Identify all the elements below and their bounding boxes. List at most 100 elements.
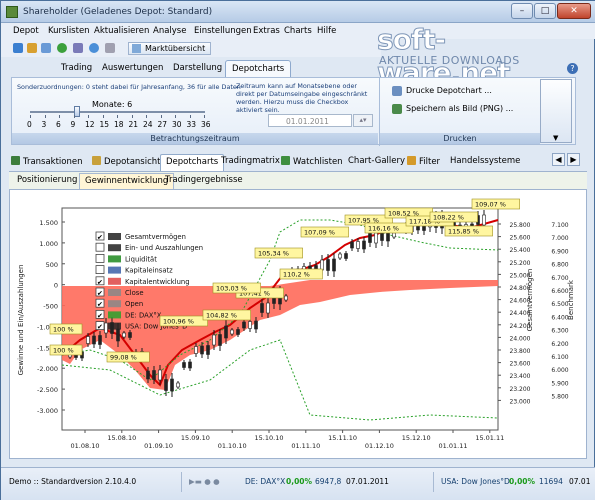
price-candle [236,329,240,335]
y-left-axis-label: Gewinne und Ein/Auszahlungen [17,265,25,376]
y-right2-tick-label: 5.900 [551,380,568,387]
price-candle [320,259,324,271]
tab-trading[interactable]: Trading [61,63,92,73]
ribbon-collapse-button[interactable]: ▼ [540,79,572,143]
nav-left-icon[interactable]: ◀ [552,153,565,166]
price-candle [92,335,96,345]
open-icon[interactable] [27,43,37,53]
close-button[interactable]: ✕ [557,3,591,19]
slider-thumb[interactable] [74,106,80,117]
y-left-tick-label: 1.500 [39,219,58,227]
legend-swatch [108,255,121,263]
status-dow-pct: 0,00% [509,477,536,486]
refresh-icon[interactable] [57,43,67,53]
price-candle [224,325,228,339]
tab-depotcharts[interactable]: Depotcharts [225,60,292,78]
legend-checkbox [95,265,105,274]
chart-area: 1.500 1.000 500 0 -500 -1.000 -1.500 -2.000 -2.5… [9,189,587,459]
slider-tick-label: 24 [143,120,153,129]
price-candle [152,370,156,380]
legend-check-icon: ✔ [97,278,103,286]
price-candle [98,335,102,345]
y-left-tick-label: 500 [46,261,58,269]
date-spinner[interactable]: ▴▾ [353,114,373,127]
tab-filter[interactable]: Filter [407,156,440,167]
annotation-label: 100,96 % [163,318,194,326]
legend-label: Gesamtvermögen [125,233,186,241]
menu-einstellungen[interactable]: Einstellungen [194,26,252,36]
tab-tradingmatrix[interactable]: Tradingmatrix [221,156,280,166]
tab-depotansicht[interactable]: Depotansicht [92,156,160,167]
slider-tick-label: 30 [172,120,182,129]
tab-transaktionen[interactable]: Transaktionen [11,156,83,167]
menu-charts[interactable]: Charts [284,26,312,36]
y-right1-tick-label: 25.600 [510,235,531,242]
price-candle [266,302,270,314]
tab-darstellung[interactable]: Darstellung [173,63,222,73]
status-controls[interactable]: ▶▬ ● ● [189,477,220,486]
menu-extras[interactable]: Extras [253,26,280,36]
minimize-button[interactable]: – [511,3,533,19]
y-right2-tick-label: 5.800 [551,394,568,401]
ribbon-panel: Sonderzuordnungen: 0 steht dabei für Jah… [11,77,576,146]
menu-kurslisten[interactable]: Kurslisten [48,26,90,36]
main-tabs: Transaktionen Depotansicht Depotcharts T… [9,154,589,171]
price-candle [482,214,486,226]
menu-depot[interactable]: Depot [13,26,39,36]
price-candle [128,332,132,338]
tab-tradingergebnisse[interactable]: Tradingergebnisse [165,175,243,185]
y-right2-axis-label: Benchmark [567,279,575,320]
slider-tick-label: 9 [70,120,76,129]
slider-tick-label: 36 [201,120,211,129]
menu-analyse[interactable]: Analyse [153,26,186,36]
tools-icon[interactable] [105,43,115,53]
annotation-label: 116,16 % [368,225,399,233]
status-dax-name: DE: DAX°X [245,477,286,486]
slider-tick [189,115,191,118]
title-bar: Shareholder (Geladenes Depot: Standard) … [1,1,595,23]
market-overview-button[interactable]: Marktübersicht [128,42,212,55]
tab-auswertungen[interactable]: Auswertungen [102,63,163,73]
status-dax-pct: 0,00% [286,477,313,486]
save-icon[interactable] [13,43,23,53]
dropdown-arrow-icon: ▼ [553,134,559,142]
date-field[interactable]: 01.01.2011 [268,114,352,127]
tab-positionierung[interactable]: Positionierung [17,175,77,185]
legend-checkbox [95,242,105,252]
help-icon[interactable]: ? [567,63,578,74]
y-left-tick-label: 1.000 [39,240,58,248]
tab-watchlisten[interactable]: Watchlisten [281,156,343,167]
price-candle [218,334,222,346]
print-chart-label: Drucke Depotchart ... [406,86,492,95]
price-candle [164,379,168,391]
menu-aktualisieren[interactable]: Aktualisieren [94,26,149,36]
print-icon[interactable] [41,43,51,53]
annotation-label: 99,08 % [110,354,137,362]
tab-chart-gallery[interactable]: Chart-Gallery [348,156,405,166]
group-drucken: Drucken [380,133,540,144]
save-png-button[interactable]: Speichern als Bild (PNG) ... [392,104,513,114]
price-candle [194,346,198,354]
slider-tick [131,115,133,118]
zeitraum-hint: Zeitraum kann auf Monatsebene oder direk… [236,82,368,114]
x-tick-label: 01.11.10 [291,442,320,450]
print-chart-button[interactable]: Drucke Depotchart ... [392,86,492,96]
legend-swatch [108,244,121,252]
price-candle [374,232,378,244]
menu-hilfe[interactable]: Hilfe [317,26,336,36]
tab-depotcharts-main[interactable]: Depotcharts [160,154,225,171]
tab-gewinnentwicklung[interactable]: Gewinnentwicklung [79,173,175,189]
slider-tick-label: 6 [56,120,61,129]
months-slider[interactable] [30,111,205,113]
status-dow-name: USA: Dow Jones°D [441,477,510,486]
watchlist-icon [281,156,290,165]
globe-icon[interactable] [89,43,99,53]
nav-right-icon[interactable]: ▶ [567,153,580,166]
tab-handelssysteme[interactable]: Handelssysteme [450,156,520,166]
slider-tick [44,115,46,118]
portfolio-icon [92,156,101,165]
y-right2-tick-label: 6.900 [551,248,568,255]
sonder-hint: Sonderzuordnungen: 0 steht dabei für Jah… [17,83,241,91]
settings-icon[interactable] [73,43,83,53]
maximize-button[interactable]: □ [534,3,556,19]
